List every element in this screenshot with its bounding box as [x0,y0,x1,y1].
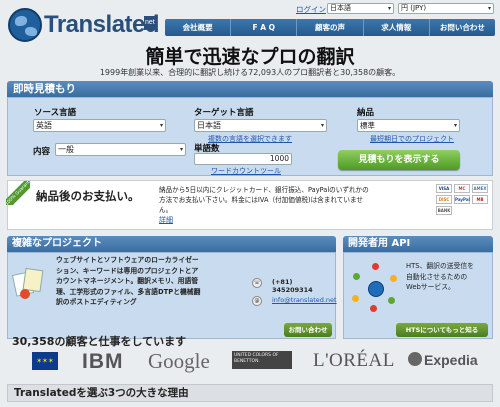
complex-text-line: カウントマネージメント。翻訳メモリ、用語管 [56,277,199,285]
target-language-value: 日本語 [197,121,221,130]
expedia-globe-icon [408,352,422,366]
delivery-select[interactable]: 標準 ▾ [357,119,460,132]
globe-icon [8,8,42,42]
source-language-label: ソース言語 [34,108,77,118]
nav-item-testimonials[interactable]: 顧客の声 [297,19,364,36]
logo-text: Translated [44,11,160,38]
currency-select-value: 円 (JPY) [401,4,427,12]
complex-project-body: ウェブサイトとソフトウェアのローカライゼー ション、キーワードは専用のプロジェク… [7,252,337,339]
content-label: 内容 [33,147,51,157]
word-count-tool-link[interactable]: ワードカウントツール [211,166,281,176]
ibm-logo: IBM [82,350,124,373]
clients-title: 30,358の顧客と仕事をしています [12,335,187,348]
main-nav: 会社概要 F A Q 顧客の声 求人情報 お問い合わせ [165,19,495,36]
developer-text-line: 自動化させるための [406,272,468,281]
contact-button[interactable]: お問い合わせ [284,323,332,337]
reasons-header[interactable]: Translatedを選ぶ3つの大きな理由 [7,384,493,402]
nav-item-contact[interactable]: お問い合わせ [430,19,495,36]
page-title: 簡単で迅速なプロの翻訳 [145,46,355,68]
delivery-label: 納品 [357,108,375,118]
payment-text-line: ん。 [159,206,173,214]
loreal-logo: L'ORÉAL [313,350,395,371]
payment-details-link[interactable]: 詳細 [159,215,434,225]
delivery-value: 標準 [360,121,375,130]
payment-text-line: 方法でお支払い下さい。料金にはIVA（付加価値税)は含まれていませ [159,196,363,204]
chevron-down-icon: ▾ [487,5,491,12]
nav-item-jobs[interactable]: 求人情報 [364,19,430,36]
benetton-logo: UNITED COLORS OF BENETTON. [232,351,292,369]
nav-item-faq[interactable]: F A Q [231,19,298,36]
complex-project-panel: 複雑なプロジェクト ウェブサイトとソフトウェアのローカライゼー ション、キーワー… [7,236,337,339]
chevron-down-icon: ▾ [320,122,324,129]
chevron-down-icon: ▾ [179,146,183,153]
contact-email-link[interactable]: info@translated.net [272,296,337,304]
quote-header: 即時見積もり [7,81,493,97]
card-icon-paypal: PayPal [454,195,470,204]
chevron-down-icon: ▾ [453,122,457,129]
contact-phone: (+81) 345209314 [272,278,313,294]
documents-icon [11,265,44,305]
google-logo: Google [148,349,210,373]
api-network-icon [350,261,400,317]
target-language-label: ターゲット言語 [194,108,254,118]
eu-flag-logo: ✶✶✶ [32,352,58,370]
payment-text-line: 納品から5日以内にクレジットカード、銀行振込、PayPalのいずれかの [159,186,369,194]
chevron-down-icon: ▾ [387,5,391,12]
card-icon-mb: MB [472,195,488,204]
developer-api-panel: 開発者用 API HTS、翻訳の送受信を 自動化させるための Webサービス。 … [343,236,493,339]
content-select[interactable]: 一般 ▾ [55,143,186,156]
complex-text-line: 理、工学形式のファイル、多言語DTPと機械翻 [56,287,201,296]
complex-project-text: ウェブサイトとソフトウェアのローカライゼー ション、キーワードは専用のプロジェク… [56,255,251,308]
phone-icon: ☏ [252,278,262,288]
card-icon-disc: DISC [436,195,452,204]
payment-text: 納品から5日以内にクレジットカード、銀行振込、PayPalのいずれかの 方法でお… [159,185,434,225]
developer-text-line: Webサービス。 [406,283,455,291]
card-icon-bank: BANK [436,206,452,215]
language-select-value: 日本語 [330,4,351,12]
multi-language-link[interactable]: 複数の言語を選択できます [208,134,292,144]
chevron-down-icon: ▾ [159,122,163,129]
logo-suffix: net [144,16,156,30]
guarantee-ribbon: 100% Guarantee [6,181,30,205]
complex-text-line: 訳のポストエディティング [56,298,137,306]
developer-api-text: HTS、翻訳の送受信を 自動化させるための Webサービス。 [406,261,492,293]
word-count-input[interactable]: 1000 [194,153,292,165]
complex-project-title: 複雑なプロジェクト [7,236,336,252]
payment-title: 納品後のお支払い。 [36,189,140,203]
page-subtitle: 1999年創業以来、合理的に翻訳し続ける72,093人のプロ翻訳者と30,358… [99,68,401,77]
target-language-select[interactable]: 日本語 ▾ [194,119,327,132]
login-link[interactable]: ログイン [296,4,326,15]
email-icon: @ [252,296,262,306]
content-value: 一般 [58,145,74,154]
developer-api-body: HTS、翻訳の送受信を 自動化させるための Webサービス。 HTSについてもっ… [343,252,493,339]
show-quote-button[interactable]: 見積もりを表示する [338,150,460,170]
source-language-select[interactable]: 英語 ▾ [33,119,166,132]
earliest-delivery-link[interactable]: 最短期日でのプロジェクト [370,134,454,144]
card-icon-amex: AMEX [472,184,488,193]
nav-item-company[interactable]: 会社概要 [165,19,232,36]
language-select[interactable]: 日本語 ▾ [327,3,394,14]
complex-text-line: ション、キーワードは専用のプロジェクトとア [56,266,199,275]
source-language-value: 英語 [36,121,52,130]
expedia-logo: Expedia [424,352,478,368]
developer-text-line: HTS、翻訳の送受信を [406,262,474,270]
developer-api-title: 開発者用 API [343,236,493,252]
hts-more-button[interactable]: HTSについてもっと知る [396,323,488,337]
complex-text-line: ウェブサイトとソフトウェアのローカライゼー [56,256,199,264]
guarantee-ribbon-text: 100% Guarantee [6,181,30,205]
card-icon-mc: MC [454,184,470,193]
card-icon-visa: VISA [436,184,452,193]
currency-select[interactable]: 円 (JPY) ▾ [398,3,494,14]
